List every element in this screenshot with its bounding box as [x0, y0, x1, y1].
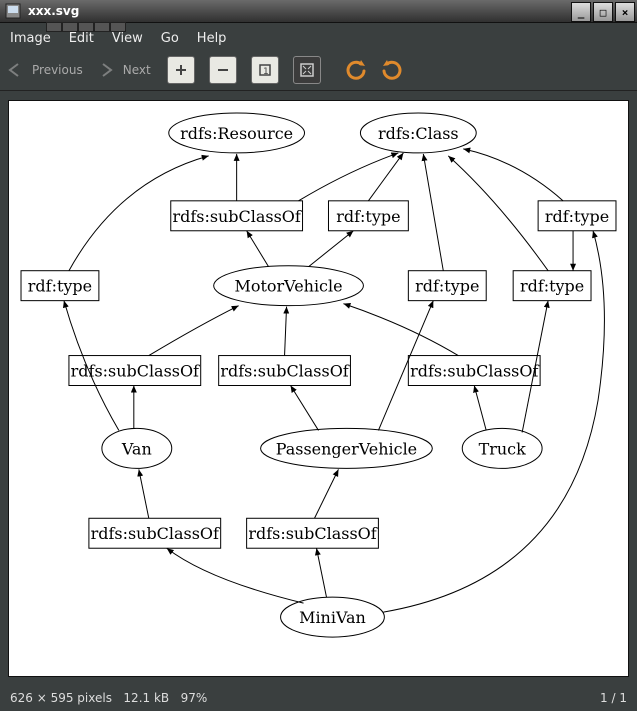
statusbar: 626 × 595 pixels 12.1 kB 97% 1 / 1 — [0, 685, 637, 711]
rotate-buttons — [343, 57, 405, 83]
rotate-left-button[interactable] — [343, 57, 369, 83]
menu-image[interactable]: Image — [10, 31, 51, 46]
zoom-buttons: 1 — [167, 56, 321, 84]
node-class: rdfs:Class — [378, 124, 459, 143]
titlebar: xxx.svg _ □ × — [0, 0, 637, 23]
edge-type-2: rdf:type — [545, 207, 609, 226]
rotate-right-button[interactable] — [379, 57, 405, 83]
nav-next-label: Next — [123, 63, 151, 77]
nav-previous: Previous — [6, 61, 83, 79]
edge-type-3: rdf:type — [28, 277, 92, 296]
zoom-normal-button[interactable]: 1 — [251, 56, 279, 84]
menu-view[interactable]: View — [112, 31, 143, 46]
image-viewport[interactable]: rdfs:Resource rdfs:Class rdfs:subClassOf… — [8, 100, 629, 677]
zoom-fit-button[interactable] — [293, 56, 321, 84]
menubar: Image Edit View Go Help — [0, 23, 637, 50]
edge-subclassof-5: rdfs:subClassOf — [91, 524, 220, 543]
node-van: Van — [121, 439, 152, 458]
node-resource: rdfs:Resource — [180, 124, 293, 143]
window-title: xxx.svg — [28, 4, 569, 18]
zoom-fit-icon — [300, 63, 314, 77]
zoom-reset-icon: 1 — [258, 63, 272, 77]
node-minivan: MiniVan — [299, 608, 366, 627]
zoom-out-button[interactable] — [209, 56, 237, 84]
app-icon — [2, 0, 24, 22]
close-button[interactable]: × — [615, 2, 635, 22]
arrow-left-icon — [6, 61, 26, 79]
edge-type-4: rdf:type — [415, 277, 479, 296]
toolbar: Previous Next 1 — [0, 50, 637, 91]
edge-subclassof-4: rdfs:subClassOf — [410, 362, 539, 381]
window-controls: _ □ × — [569, 2, 635, 20]
node-truck: Truck — [479, 439, 527, 458]
edge-subclassof-1: rdfs:subClassOf — [173, 207, 302, 226]
rotate-left-icon — [345, 59, 367, 81]
menu-go[interactable]: Go — [161, 31, 179, 46]
nav-next: Next — [97, 61, 151, 79]
edge-subclassof-3: rdfs:subClassOf — [220, 362, 349, 381]
arrow-right-icon — [97, 61, 117, 79]
menu-edit[interactable]: Edit — [69, 31, 94, 46]
plus-icon — [174, 63, 188, 77]
minus-icon — [216, 63, 230, 77]
image-dimensions: 626 × 595 pixels — [10, 691, 112, 705]
node-motorvehicle: MotorVehicle — [235, 277, 343, 296]
graph-svg: rdfs:Resource rdfs:Class rdfs:subClassOf… — [9, 101, 628, 676]
app-window: xxx.svg _ □ × Image Edit View Go Help Pr… — [0, 0, 637, 711]
nav-prev-label: Previous — [32, 63, 83, 77]
edge-type-5: rdf:type — [520, 277, 584, 296]
file-size: 12.1 kB — [123, 691, 169, 705]
node-passengervehicle: PassengerVehicle — [276, 439, 417, 458]
maximize-button[interactable]: □ — [593, 2, 613, 22]
edge-subclassof-2: rdfs:subClassOf — [71, 362, 200, 381]
menu-help[interactable]: Help — [197, 31, 227, 46]
page-indicator: 1 / 1 — [600, 691, 627, 705]
edge-type-1: rdf:type — [336, 207, 400, 226]
minimize-button[interactable]: _ — [571, 2, 591, 22]
zoom-in-button[interactable] — [167, 56, 195, 84]
rotate-right-icon — [381, 59, 403, 81]
svg-text:1: 1 — [263, 67, 269, 77]
zoom-level: 97% — [181, 691, 208, 705]
edge-subclassof-6: rdfs:subClassOf — [248, 524, 377, 543]
